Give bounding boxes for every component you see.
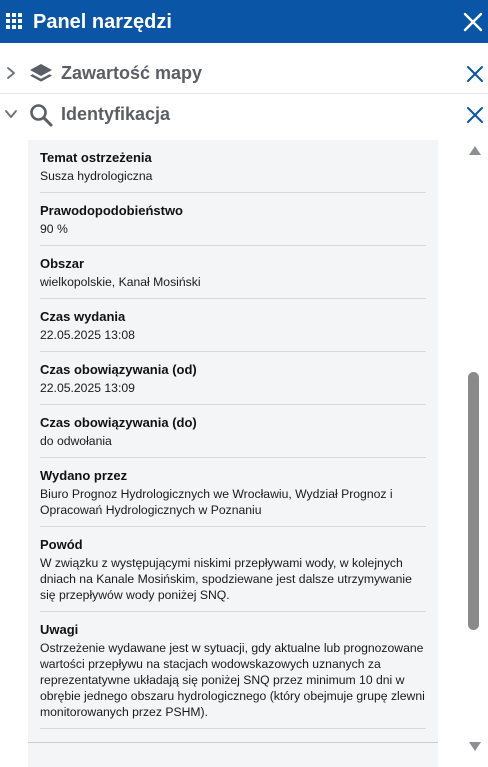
close-icon[interactable] [462,11,484,33]
section-map-content[interactable]: Zawartość mapy [0,53,488,94]
field-reason: Powód W związku z występującymi niskimi … [40,527,426,612]
scrollbar[interactable] [466,140,482,760]
field-label: Prawodopodobieństwo [40,203,183,218]
identification-results: Temat ostrzeżenia Susza hydrologiczna Pr… [28,140,438,767]
scrollbar-thumb[interactable] [468,372,479,630]
field-label: Uwagi [40,622,79,637]
field-probability: Prawodopodobieństwo 90 % [40,193,426,246]
divider [28,742,438,743]
field-warning-topic: Temat ostrzeżenia Susza hydrologiczna [40,140,426,193]
section-identification[interactable]: Identyfikacja [0,94,488,135]
field-label: Czas obowiązywania (od) [40,362,197,377]
layers-icon [30,64,52,82]
field-area: Obszar wielkopolskie, Kanał Mosiński [40,246,426,299]
scroll-down-arrow-icon[interactable] [469,742,481,751]
field-label: Wydano przez [40,468,128,483]
search-icon [30,104,53,127]
close-icon[interactable] [466,65,484,83]
tool-panel-header: Panel narzędzi [0,0,488,43]
section-title-identification: Identyfikacja [61,104,171,124]
field-value: Biuro Prognoz Hydrologicznych we Wrocław… [40,487,393,517]
field-valid-to: Czas obowiązywania (do) do odwołania [40,405,426,458]
field-label: Temat ostrzeżenia [40,150,152,165]
field-value: 22.05.2025 13:08 [40,328,135,342]
field-value: W związku z występującymi niskimi przepł… [40,556,412,602]
field-label: Obszar [40,256,85,271]
field-value: do odwołania [40,434,112,448]
scroll-up-arrow-icon[interactable] [469,146,481,155]
field-label: Czas wydania [40,309,126,324]
section-title-map-content: Zawartość mapy [61,63,203,83]
field-label: Powód [40,537,83,552]
field-value: Ostrzeżenie wydawane jest w sytuacji, gd… [40,641,425,719]
field-issue-time: Czas wydania 22.05.2025 13:08 [40,299,426,352]
close-icon[interactable] [466,106,484,124]
field-value: 22.05.2025 13:09 [40,381,135,395]
field-valid-from: Czas obowiązywania (od) 22.05.2025 13:09 [40,352,426,405]
chevron-down-icon[interactable] [4,107,18,121]
panel-title: Panel narzędzi [33,11,172,33]
field-label: Czas obowiązywania (do) [40,415,197,430]
field-remarks: Uwagi Ostrzeżenie wydawane jest w sytuac… [40,612,426,729]
grid-icon[interactable] [6,13,22,29]
chevron-right-icon[interactable] [4,66,18,80]
field-value: Susza hydrologiczna [40,169,153,183]
field-value: wielkopolskie, Kanał Mosiński [40,275,201,289]
field-value: 90 % [40,222,68,236]
field-issued-by: Wydano przez Biuro Prognoz Hydrologiczny… [40,458,426,527]
